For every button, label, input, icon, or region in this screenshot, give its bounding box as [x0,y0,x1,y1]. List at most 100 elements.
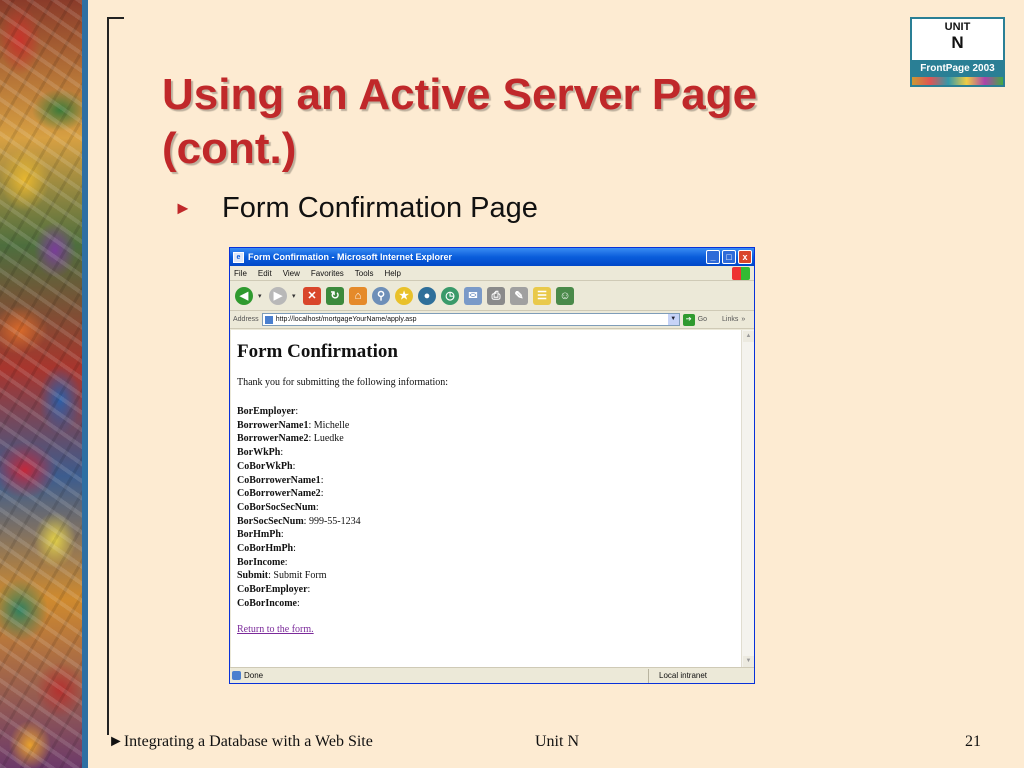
security-zone: Local intranet [648,668,754,683]
field-row: BorrowerName2: Luedke [237,432,741,446]
field-name: BorrowerName1 [237,419,309,431]
maximize-button[interactable]: □ [722,250,736,264]
browser-title-bar: e Form Confirmation - Microsoft Internet… [230,248,754,266]
field-separator: : [284,556,288,568]
field-name: CoBorrowerName1 [237,474,321,486]
refresh-icon[interactable]: ↻ [326,286,344,305]
go-arrow-icon[interactable]: ➔ [682,313,695,326]
logo-unit-label: UNIT [944,21,971,33]
field-name: CoBorHmPh [237,543,294,555]
scroll-down-icon[interactable]: ▼ [743,656,754,667]
vertical-scrollbar[interactable]: ▲ ▼ [741,330,754,668]
status-text: Done [244,671,264,680]
messenger-icon[interactable]: ☺ [556,286,574,305]
field-separator: : [320,488,324,500]
field-row: CoBorSocSecNum: [237,501,741,515]
accent-bar [82,0,88,768]
field-separator: : [268,570,271,582]
slide-title: Using an Active Server Page (cont.) [162,68,862,176]
field-separator: : [293,543,296,555]
field-separator: : [308,419,312,431]
field-list: BorEmployer: BorrowerName1: Michelle Borro… [237,405,741,611]
edit-icon[interactable]: ✎ [510,286,528,305]
browser-window: e Form Confirmation - Microsoft Internet… [229,247,755,684]
address-label: Address [233,316,259,323]
search-icon[interactable]: ⚲ [372,286,390,305]
status-done: Done [230,671,648,680]
browser-menu-bar: File Edit View Favorites Tools Help [230,266,754,281]
minimize-button[interactable]: _ [706,250,720,264]
menu-tools[interactable]: Tools [355,269,374,278]
stop-icon[interactable]: ✕ [303,286,321,305]
links-chevron-icon[interactable]: » [741,316,745,323]
status-bar: Done Local intranet [230,667,754,683]
field-row: CoBorEmployer: [237,583,741,597]
field-row: CoBorWkPh: [237,460,741,474]
discuss-icon[interactable]: ☰ [533,286,551,305]
unit-logo: UNIT N FrontPage 2003 [910,17,1005,87]
field-name: CoBorSocSecNum [237,501,316,513]
decorative-painting-strip [0,0,82,768]
return-to-form-link[interactable]: Return to the form. [237,624,314,635]
address-bar: Address http://localhost/mortgageYourNam… [230,311,754,329]
footer-arrow-icon: ► [108,733,124,750]
field-value: Submit Form [273,570,327,582]
back-dropdown-icon[interactable]: ▾ [258,292,264,300]
mail-icon[interactable]: ✉ [464,286,482,305]
field-separator: : [292,460,296,472]
forward-dropdown-icon[interactable]: ▾ [292,292,298,300]
field-name: CoBorIncome [237,597,297,609]
field-name: BorHmPh [237,529,281,541]
field-name: BorWkPh [237,447,281,459]
menu-favorites[interactable]: Favorites [311,269,344,278]
address-dropdown-icon[interactable]: ▼ [667,314,679,325]
field-name: BorEmployer [237,406,296,417]
field-name: BorSocSecNum [237,515,304,527]
menu-help[interactable]: Help [384,269,400,278]
back-icon[interactable]: ◀ [235,286,253,305]
field-row: BorrowerName1: Michelle [237,419,741,433]
field-value: Luedke [313,433,344,445]
bullet-arrow-icon: ► [174,198,192,218]
close-button[interactable]: x [738,250,752,264]
field-name: Submit [237,570,269,582]
slide-title-line2: (cont.) [162,124,297,173]
favorites-icon[interactable]: ★ [395,286,413,305]
home-icon[interactable]: ⌂ [349,286,367,305]
bracket-line-horizontal [107,17,124,19]
media-icon[interactable]: ● [418,286,436,305]
menu-file[interactable]: File [234,269,247,278]
page-content: Form Confirmation Thank you for submitti… [231,330,741,668]
address-url: http://localhost/mortgageYourName/apply.… [275,316,417,323]
windows-flag-icon [732,267,750,280]
history-icon[interactable]: ◷ [441,286,459,305]
field-row: BorEmployer: [237,405,741,419]
field-row: CoBorIncome: [237,597,741,611]
browser-toolbar: ◀ ▾ ▶ ▾ ✕ ↻ ⌂ ⚲ ★ ● ◷ ✉ ⎙ ✎ ☰ ☺ [230,281,754,311]
bracket-line-vertical [107,17,109,735]
bullet-item: ► Form Confirmation Page [174,192,538,225]
footer-course-title: ►Integrating a Database with a Web Site [108,733,373,751]
footer-left-text: Integrating a Database with a Web Site [123,733,373,750]
field-row: BorHmPh: [237,528,741,542]
field-separator: : [303,515,307,527]
status-page-icon [232,671,241,680]
field-name: CoBorWkPh [237,460,293,472]
field-row: Submit: Submit Form [237,569,741,583]
field-separator: : [308,433,312,445]
page-icon [264,315,273,324]
logo-color-stripe [912,77,1003,85]
ie-page-icon: e [233,251,244,263]
links-button[interactable]: Links [722,316,738,323]
menu-view[interactable]: View [283,269,300,278]
print-icon[interactable]: ⎙ [487,286,505,305]
forward-icon[interactable]: ▶ [269,286,287,305]
page-heading: Form Confirmation [237,341,398,362]
address-input[interactable]: http://localhost/mortgageYourName/apply.… [261,313,680,326]
menu-edit[interactable]: Edit [258,269,272,278]
scroll-up-icon[interactable]: ▲ [743,331,754,342]
go-button[interactable]: Go [698,316,707,323]
field-name: CoBorrowerName2 [237,488,321,500]
field-name: BorrowerName2 [237,433,309,445]
field-separator: : [295,406,299,417]
